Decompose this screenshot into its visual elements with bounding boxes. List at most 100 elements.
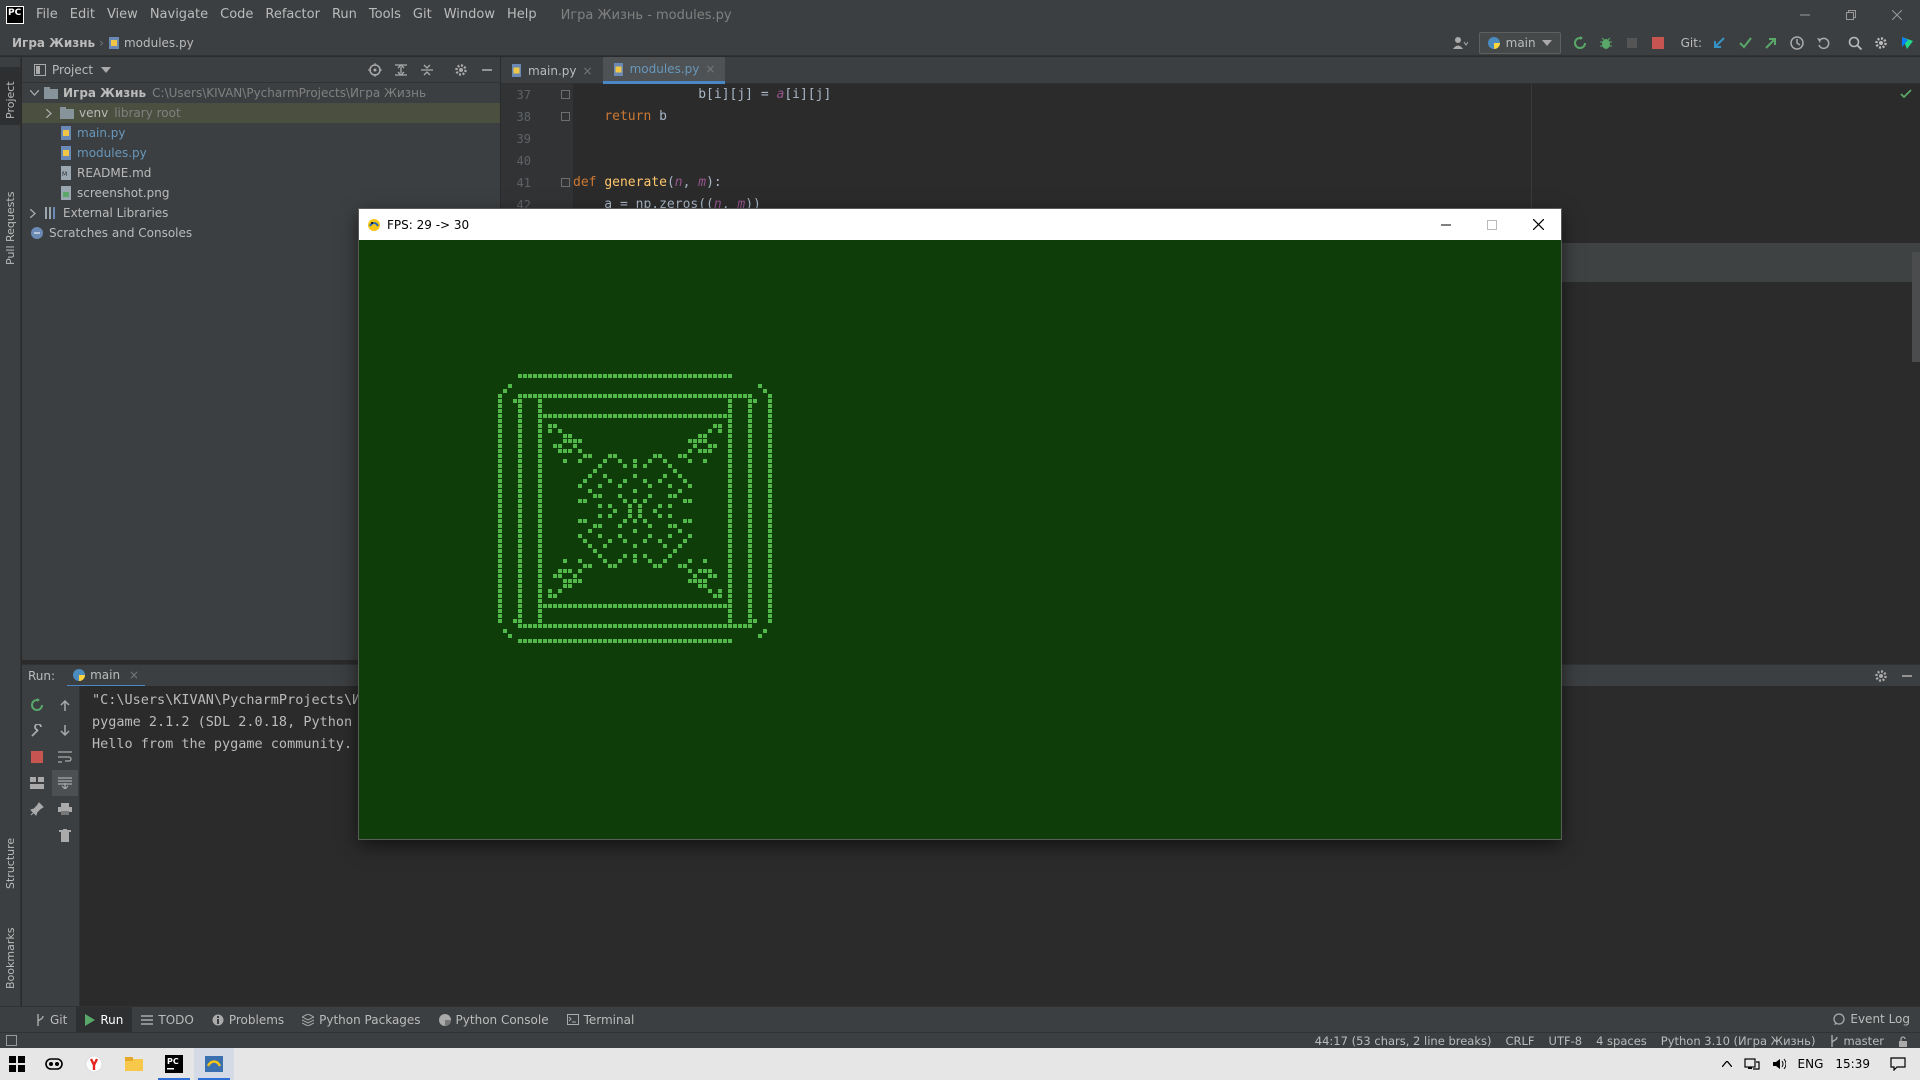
task-view-icon[interactable] xyxy=(34,1048,74,1080)
coverage-icon[interactable] xyxy=(1619,30,1645,56)
tray-chevron-up-icon[interactable] xyxy=(1721,1061,1732,1067)
clock[interactable]: 15:39 xyxy=(1835,1057,1870,1071)
tool-tab-run[interactable]: Run xyxy=(76,1006,133,1033)
pin-icon[interactable] xyxy=(24,796,50,822)
menu-item-tools[interactable]: Tools xyxy=(363,0,407,30)
tree-item[interactable]: modules.py xyxy=(22,143,500,163)
windows-start-icon[interactable] xyxy=(0,1048,34,1080)
network-icon[interactable] xyxy=(1743,1058,1760,1070)
stripe-bookmarks[interactable]: Bookmarks xyxy=(4,928,17,989)
pygame-window[interactable]: FPS: 29 -> 30 xyxy=(359,209,1561,839)
account-icon[interactable] xyxy=(1447,30,1473,56)
menu-item-git[interactable]: Git xyxy=(407,0,438,30)
run-tab-main[interactable]: main × xyxy=(67,665,146,687)
volume-icon[interactable] xyxy=(1772,1058,1786,1070)
file-encoding[interactable]: UTF-8 xyxy=(1549,1034,1583,1048)
tool-tab-python-packages[interactable]: Python Packages xyxy=(293,1007,429,1033)
tree-item[interactable]: Игра Жизнь C:\Users\KIVAN\PycharmProjects… xyxy=(22,83,500,103)
editor-scrollbar[interactable] xyxy=(1912,252,1920,362)
arrow-down-icon[interactable] xyxy=(52,718,78,744)
pycharm-logo-icon[interactable]: PC xyxy=(6,6,24,24)
git-commit-icon[interactable] xyxy=(1732,30,1758,56)
minimize-button[interactable] xyxy=(1423,209,1469,240)
menu-item-help[interactable]: Help xyxy=(501,0,543,30)
menu-item-window[interactable]: Window xyxy=(438,0,501,30)
git-push-icon[interactable] xyxy=(1758,30,1784,56)
tool-tab-problems[interactable]: Problems xyxy=(203,1007,293,1033)
search-icon[interactable] xyxy=(1842,30,1868,56)
menu-item-code[interactable]: Code xyxy=(214,0,259,30)
trash-icon[interactable] xyxy=(52,822,78,848)
rerun-icon[interactable] xyxy=(1567,30,1593,56)
notifications-icon[interactable] xyxy=(1890,1057,1906,1071)
chevron-down-icon[interactable] xyxy=(30,90,44,96)
fold-marker-icon[interactable] xyxy=(561,178,570,187)
history-icon[interactable] xyxy=(1784,30,1810,56)
stripe-structure[interactable]: Structure xyxy=(4,838,17,889)
jetbrains-toolbox-icon[interactable] xyxy=(1894,30,1920,56)
editor-tab-modules-py[interactable]: modules.py × xyxy=(602,57,726,84)
expand-all-icon[interactable] xyxy=(388,57,414,83)
python-interpreter[interactable]: Python 3.10 (Игра Жизнь) xyxy=(1661,1034,1816,1048)
stop-icon[interactable] xyxy=(1645,30,1671,56)
edit-config-wrench-icon[interactable] xyxy=(24,718,50,744)
stripe-project[interactable]: Project xyxy=(4,81,17,119)
caret-position[interactable]: 44:17 (53 chars, 2 line breaks) xyxy=(1315,1034,1492,1048)
menu-item-run[interactable]: Run xyxy=(326,0,363,30)
chevron-right-icon[interactable] xyxy=(46,108,60,118)
breadcrumb-file[interactable]: modules.py xyxy=(104,36,198,50)
chevron-right-icon[interactable] xyxy=(30,208,44,218)
pycharm-taskbar-icon[interactable]: PC xyxy=(154,1048,194,1080)
soft-wrap-icon[interactable] xyxy=(52,744,78,770)
rollback-icon[interactable] xyxy=(1810,30,1836,56)
debug-icon[interactable] xyxy=(1593,30,1619,56)
fold-marker-icon[interactable] xyxy=(561,90,570,99)
tree-item[interactable]: main.py xyxy=(22,123,500,143)
tree-item[interactable]: M README.md xyxy=(22,163,500,183)
inspection-ok-icon[interactable] xyxy=(1900,89,1912,99)
close-tab-icon[interactable]: × xyxy=(705,62,715,76)
game-of-life-canvas[interactable] xyxy=(359,240,1561,839)
tree-item[interactable]: screenshot.png xyxy=(22,183,500,203)
chevron-down-icon[interactable] xyxy=(101,66,112,73)
close-tab-icon[interactable]: × xyxy=(583,64,593,78)
arrow-up-icon[interactable] xyxy=(52,692,78,718)
lock-icon[interactable] xyxy=(1898,1035,1908,1047)
pygame-title-bar[interactable]: FPS: 29 -> 30 xyxy=(359,209,1561,240)
git-branch-widget[interactable]: master xyxy=(1829,1034,1884,1048)
stop-icon[interactable] xyxy=(24,744,50,770)
restore-button[interactable] xyxy=(1828,0,1874,30)
git-update-icon[interactable] xyxy=(1706,30,1732,56)
indent-setting[interactable]: 4 spaces xyxy=(1596,1034,1647,1048)
tree-item[interactable]: venv library root xyxy=(22,103,500,123)
tool-tab-git[interactable]: Git xyxy=(26,1007,76,1033)
fold-marker-icon[interactable] xyxy=(561,112,570,121)
minimize-button[interactable] xyxy=(1782,0,1828,30)
menu-item-refactor[interactable]: Refactor xyxy=(259,0,326,30)
pygame-taskbar-icon[interactable] xyxy=(194,1048,234,1080)
tool-tab-python-console[interactable]: Python Console xyxy=(430,1007,558,1033)
hide-panel-icon[interactable] xyxy=(474,57,500,83)
event-log-button[interactable]: Event Log xyxy=(1833,1006,1910,1032)
maximize-button[interactable] xyxy=(1469,209,1515,240)
tool-tab-todo[interactable]: TODO xyxy=(132,1007,202,1033)
toggle-tool-windows-icon[interactable] xyxy=(6,1035,17,1046)
close-window-button[interactable] xyxy=(1515,209,1561,240)
tool-tab-terminal[interactable]: Terminal xyxy=(558,1007,644,1033)
close-tab-icon[interactable]: × xyxy=(129,668,139,682)
scroll-to-end-icon[interactable] xyxy=(52,770,78,796)
menu-item-file[interactable]: File xyxy=(30,0,64,30)
run-config-selector[interactable]: main xyxy=(1478,32,1561,54)
project-panel-title[interactable]: Project xyxy=(52,63,93,77)
menu-item-view[interactable]: View xyxy=(101,0,144,30)
yandex-browser-icon[interactable] xyxy=(74,1048,114,1080)
file-explorer-icon[interactable] xyxy=(114,1048,154,1080)
settings-gear-icon[interactable] xyxy=(1868,30,1894,56)
close-window-button[interactable] xyxy=(1874,0,1920,30)
menu-item-edit[interactable]: Edit xyxy=(64,0,101,30)
settings-gear-icon[interactable] xyxy=(448,57,474,83)
menu-item-navigate[interactable]: Navigate xyxy=(144,0,214,30)
collapse-all-icon[interactable] xyxy=(414,57,440,83)
breadcrumb-project[interactable]: Игра Жизнь xyxy=(0,36,99,50)
editor-tab-main-py[interactable]: main.py × xyxy=(501,57,603,84)
